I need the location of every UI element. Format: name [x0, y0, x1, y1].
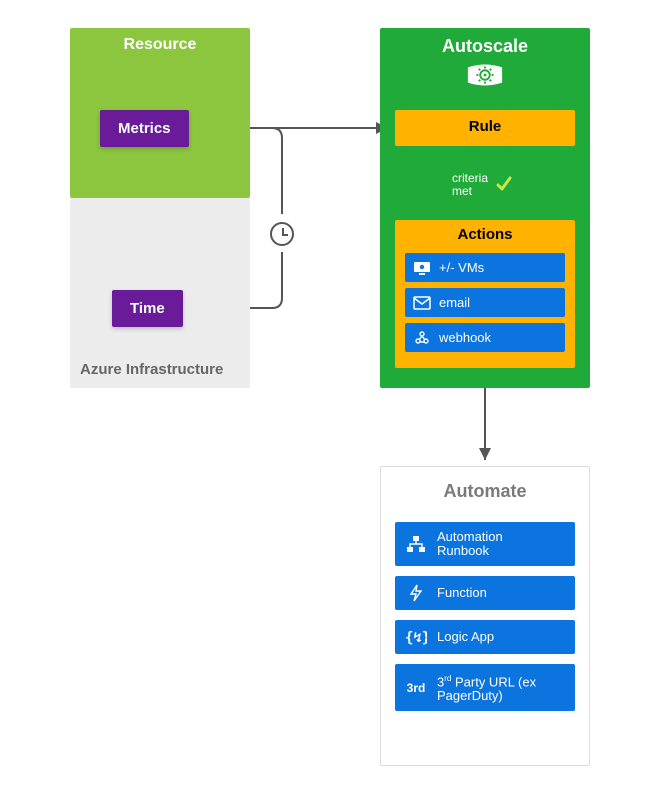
actions-title: Actions	[395, 220, 575, 249]
automate-runbook: Automation Runbook	[395, 522, 575, 566]
automate-label: Function	[437, 586, 487, 600]
automate-label: Logic App	[437, 630, 494, 644]
autoscale-title: Autoscale	[380, 28, 590, 57]
third-party-icon: 3rd	[405, 679, 427, 697]
logic-app-icon: {↯}	[405, 628, 427, 646]
gear-banner-icon	[466, 63, 504, 87]
svg-text:{↯}: {↯}	[405, 630, 427, 646]
vm-icon	[413, 261, 431, 275]
actions-group: Actions +/- VMs email webhook	[395, 220, 575, 368]
action-webhook: webhook	[405, 323, 565, 352]
runbook-icon	[405, 535, 427, 553]
automate-box: Automate Automation Runbook Function {↯}…	[380, 466, 590, 766]
checkmark-icon	[495, 175, 513, 193]
webhook-icon	[413, 331, 431, 345]
clock-icon	[270, 222, 294, 246]
automate-label: 3rd Party URL (ex PagerDuty)	[437, 672, 557, 703]
action-vms: +/- VMs	[405, 253, 565, 282]
action-email: email	[405, 288, 565, 317]
metrics-node: Metrics	[100, 110, 189, 147]
rule-node: Rule	[395, 110, 575, 146]
automate-logicapp: {↯} Logic App	[395, 620, 575, 654]
function-icon	[405, 584, 427, 602]
automate-function: Function	[395, 576, 575, 610]
email-icon	[413, 296, 431, 310]
action-label: webhook	[439, 330, 491, 345]
azure-infra-title: Azure Infrastructure	[80, 361, 223, 378]
action-label: email	[439, 295, 470, 310]
automate-title: Automate	[381, 467, 589, 514]
criteria-met-label: criteria met	[452, 172, 488, 198]
automate-label: Automation Runbook	[437, 530, 547, 558]
resource-title: Resource	[70, 28, 250, 54]
action-label: +/- VMs	[439, 260, 484, 275]
automate-thirdparty: 3rd 3rd Party URL (ex PagerDuty)	[395, 664, 575, 711]
time-node: Time	[112, 290, 183, 327]
